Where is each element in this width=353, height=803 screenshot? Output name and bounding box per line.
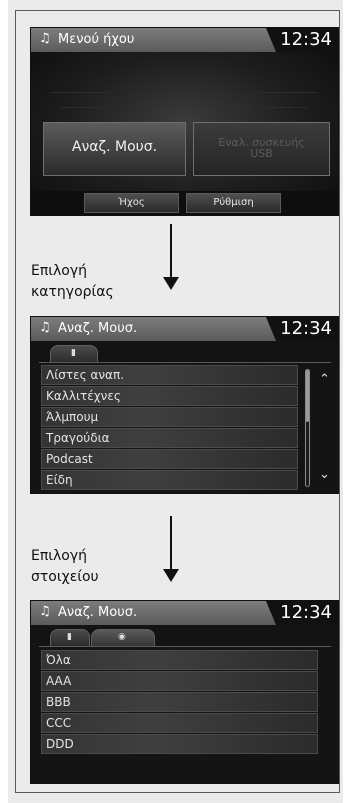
settings-softkey[interactable]: Ρύθμιση [186,193,281,213]
ipod-icon: ▮ [67,632,72,642]
music-note-icon: ♫ [39,604,51,619]
step-caption-1-line1: Επιλογή [31,263,88,279]
list-item[interactable]: CCC [41,713,318,733]
tab-underline [39,646,331,647]
usb-device-label-line2: USB [250,147,273,160]
softkey-bar [31,191,338,215]
tab-category[interactable]: ▮ [50,629,90,646]
audio-softkey[interactable]: Ήχος [84,193,179,213]
step-arrow-1-head [163,277,179,290]
music-note-icon: ♫ [39,31,51,46]
list-item[interactable]: Καλλιτέχνες [41,386,298,406]
music-search-label: Αναζ. Μουσ. [71,139,158,155]
tab-category[interactable]: ▮ [50,345,98,362]
item-list-screen: ♫ Αναζ. Μουσ. 12:34 ▮ ◉ Όλα AAA BBB CCC … [30,600,339,784]
title-bar: ♫ Αναζ. Μουσ. 12:34 [31,317,338,341]
list-item[interactable]: Όλα [41,650,318,670]
list-item[interactable]: AAA [41,671,318,691]
screen-title: Αναζ. Μουσ. [58,605,138,620]
clock: 12:34 [280,318,332,339]
step-arrow-1 [170,224,172,279]
step-arrow-2 [170,516,172,571]
clock-box: 12:34 [266,317,338,341]
disc-icon: ◉ [118,632,126,642]
list-item[interactable]: DDD [41,734,318,754]
list-item[interactable]: Podcast [41,449,298,469]
chevron-up-icon[interactable]: ⌃ [319,372,330,387]
step-caption-1-line2: κατηγορίας [31,284,114,300]
scrollbar[interactable] [305,369,310,487]
clock: 12:34 [280,602,332,623]
music-note-icon: ♫ [39,320,51,335]
list-item[interactable]: Άλμπουμ [41,407,298,427]
chevron-down-icon[interactable]: ⌄ [319,467,330,482]
step-caption-1: Επιλογή κατηγορίας [31,261,114,303]
step-caption-2-line2: στοιχείου [31,569,99,585]
step-caption-2-line1: Επιλογή [31,548,88,564]
screen-title: Μενού ήχου [58,32,135,47]
list-item[interactable]: Τραγούδια [41,428,298,448]
list-item[interactable]: BBB [41,692,318,712]
list-item[interactable]: Λίστες αναπ. [41,365,298,385]
ipod-icon: ▮ [71,348,76,358]
tab-underline [39,362,331,363]
clock: 12:34 [280,29,332,50]
scrollbar-thumb[interactable] [306,370,309,422]
usb-device-button[interactable]: Εναλ. συσκευής USB [193,122,330,176]
list-item[interactable]: Είδη [41,470,298,490]
audio-menu-screen: ♫ Μενού ήχου 12:34 Αναζ. Μουσ. Εναλ. συσ… [30,27,339,216]
music-search-button[interactable]: Αναζ. Μουσ. [43,122,186,176]
music-search-screen: ♫ Αναζ. Μουσ. 12:34 ▮ Λίστες αναπ. Καλλι… [30,316,339,494]
screen-title: Αναζ. Μουσ. [58,321,138,336]
title-bar: ♫ Μενού ήχου 12:34 [31,28,338,52]
step-caption-2: Επιλογή στοιχείου [31,546,99,588]
tab-items[interactable]: ◉ [91,629,155,646]
step-arrow-2-head [163,569,179,582]
title-bar: ♫ Αναζ. Μουσ. 12:34 [31,601,338,625]
clock-box: 12:34 [266,28,338,52]
clock-box: 12:34 [266,601,338,625]
manual-page: ♫ Μενού ήχου 12:34 Αναζ. Μουσ. Εναλ. συσ… [0,0,353,803]
